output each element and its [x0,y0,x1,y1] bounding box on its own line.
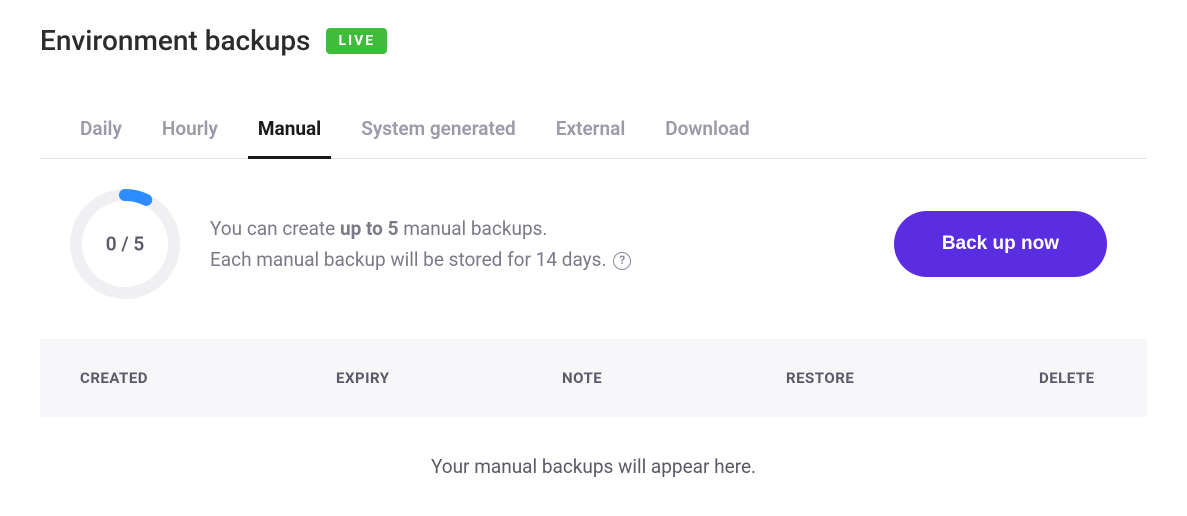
empty-table-message: Your manual backups will appear here. [40,417,1147,516]
tab-daily[interactable]: Daily [80,117,122,158]
progress-label: 0 / 5 [106,233,144,256]
tabs-container: Daily Hourly Manual System generated Ext… [40,117,1147,159]
tab-download[interactable]: Download [665,117,749,158]
info-line-2: Each manual backup will be stored for 14… [210,244,864,275]
info-text: You can create up to 5 manual backups. E… [210,213,864,276]
col-header-restore: RESTORE [786,369,1039,387]
col-header-created: CREATED [80,369,336,387]
tab-hourly[interactable]: Hourly [162,117,218,158]
page-header: Environment backups LIVE [40,24,1147,57]
col-header-delete: DELETE [1039,369,1107,387]
help-icon[interactable]: ? [613,252,631,270]
backups-table: CREATED EXPIRY NOTE RESTORE DELETE Your … [40,339,1147,516]
tab-manual[interactable]: Manual [258,117,321,158]
backup-now-button[interactable]: Back up now [894,211,1107,277]
info-row: 0 / 5 You can create up to 5 manual back… [40,159,1147,339]
tabs: Daily Hourly Manual System generated Ext… [40,117,1147,158]
backup-usage-progress: 0 / 5 [70,189,180,299]
page-title: Environment backups [40,24,310,57]
table-header-row: CREATED EXPIRY NOTE RESTORE DELETE [40,339,1147,417]
col-header-note: NOTE [562,369,786,387]
tab-external[interactable]: External [556,117,626,158]
info-line-1: You can create up to 5 manual backups. [210,213,864,244]
col-header-expiry: EXPIRY [336,369,562,387]
live-badge: LIVE [326,28,387,54]
tab-system-generated[interactable]: System generated [361,117,516,158]
